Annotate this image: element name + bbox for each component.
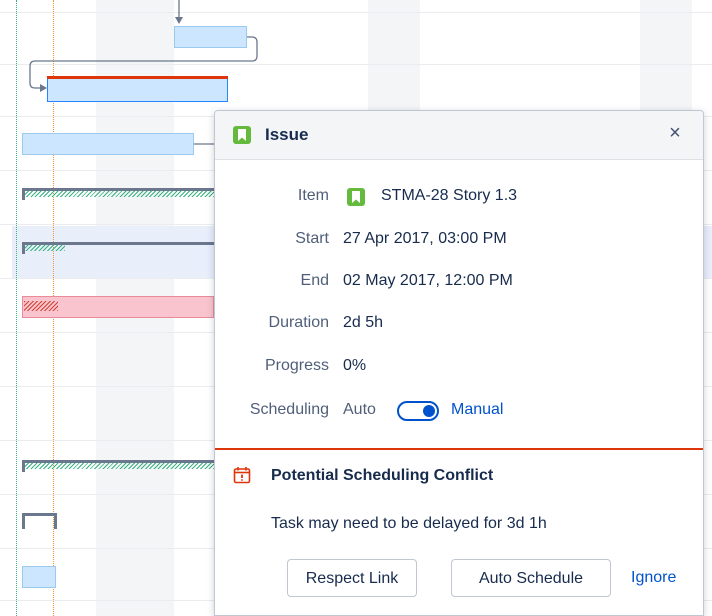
task-bar-selected[interactable] [47,78,228,102]
close-icon[interactable]: × [665,123,685,143]
auto-schedule-button[interactable]: Auto Schedule [451,559,611,597]
progress-hatch [25,191,214,197]
scheduling-manual-option[interactable]: Manual [451,401,503,419]
progress-value: 0% [343,357,367,374]
task-bar[interactable] [22,133,194,155]
end-label: End [300,272,329,289]
progress-label: Progress [264,357,329,374]
item-key-link[interactable]: STMA-28 Story 1.3 [381,187,517,205]
toggle-knob [423,405,435,417]
duration-label: Duration [268,314,329,331]
start-value: 27 Apr 2017, 03:00 PM [343,230,507,247]
ignore-link[interactable]: Ignore [631,569,676,587]
start-label: Start [295,230,329,247]
parent-task-bar-cap [22,513,25,529]
duration-value: 2d 5h [343,314,384,331]
conflict-title: Potential Scheduling Conflict [271,467,494,484]
scheduling-auto-option[interactable]: Auto [343,401,376,419]
item-label: Item [297,187,329,204]
scheduling-toggle[interactable] [397,401,439,421]
parent-task-bar-cap [54,513,57,529]
conflict-indicator-bar [47,76,228,79]
popup-title: Issue [265,125,309,144]
task-bar[interactable] [22,566,56,588]
end-value: 02 May 2017, 12:00 PM [343,272,513,289]
conflict-divider [215,448,703,450]
progress-hatch [25,463,214,469]
bookmark-icon [233,126,251,144]
bookmark-icon [347,188,365,206]
progress-hatch [24,301,58,311]
calendar-alert-icon [233,467,251,484]
popup-header: Issue × [215,111,703,160]
conflict-message: Task may need to be delayed for 3d 1h [271,515,547,532]
task-bar[interactable] [174,26,247,48]
issue-details-popup: Issue × Item STMA-28 Story 1.3 Start 27 … [214,110,704,616]
scheduling-label: Scheduling [249,401,329,418]
parent-task-bar[interactable] [22,513,57,516]
progress-hatch [25,245,65,251]
respect-link-button[interactable]: Respect Link [287,559,417,597]
